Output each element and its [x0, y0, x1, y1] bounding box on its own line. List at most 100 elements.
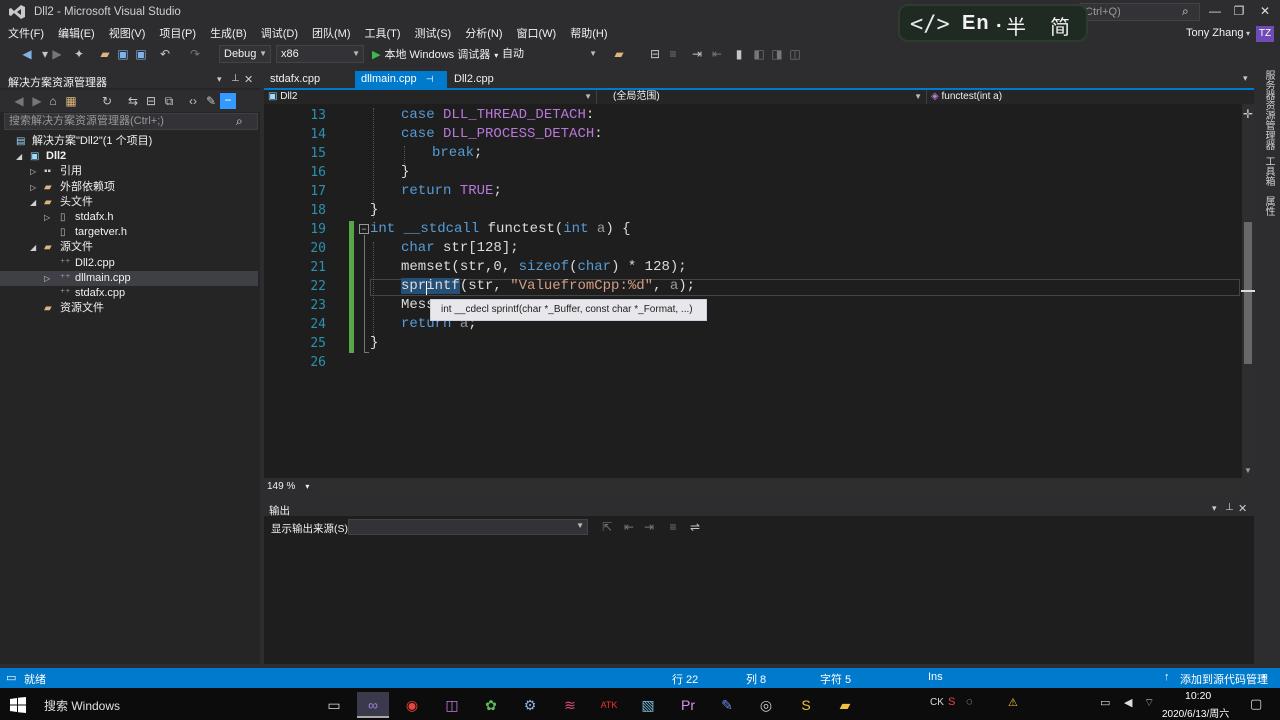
obs-icon[interactable]: ◎: [750, 692, 782, 718]
collapsed-arrow-icon[interactable]: ▷: [44, 271, 50, 286]
windows-start-icon[interactable]: [10, 697, 26, 713]
tree-item-targetver-h[interactable]: ▯ targetver.h: [0, 225, 258, 240]
menu-analyze[interactable]: 分析(N): [458, 24, 509, 44]
premiere-icon[interactable]: Pr: [672, 692, 704, 718]
scope-nav-select[interactable]: (全局范围) ▼: [609, 90, 927, 104]
sublime-icon[interactable]: S: [790, 692, 822, 718]
member-nav-select[interactable]: ◈ functest(int a): [927, 90, 1254, 104]
solution-config-select[interactable]: 自动 ▼: [497, 45, 601, 63]
tree-item-source-files[interactable]: ◢ ▰ 源文件: [0, 240, 258, 255]
start-debugging-button[interactable]: ▶ 本地 Windows 调试器 ▾: [372, 46, 498, 62]
atk-icon[interactable]: ATK: [593, 692, 625, 718]
tree-item-stdafx-cpp[interactable]: ⁺⁺ stdafx.cpp: [0, 286, 258, 301]
tray-app-icon[interactable]: S: [948, 696, 955, 708]
menu-edit[interactable]: 编辑(E): [51, 24, 102, 44]
menu-team[interactable]: 团队(M): [305, 24, 358, 44]
solution-search-input[interactable]: 搜索解决方案资源管理器(Ctrl+;): [4, 113, 258, 130]
pin-icon[interactable]: ⊥: [1225, 502, 1234, 513]
switch-views-icon[interactable]: ▦: [64, 94, 78, 108]
indent-icon[interactable]: ⇥: [690, 47, 704, 61]
visual-studio-taskbar-icon[interactable]: ∞: [357, 692, 389, 718]
properties-icon[interactable]: ✎: [204, 94, 218, 108]
save-all-icon[interactable]: ▣: [134, 47, 148, 61]
collapsed-arrow-icon[interactable]: ▷: [30, 180, 36, 195]
menu-debug[interactable]: 调试(D): [254, 24, 305, 44]
tab-overflow-icon[interactable]: ▾: [1243, 73, 1248, 84]
tab-stdafx-cpp[interactable]: stdafx.cpp: [264, 71, 326, 88]
ime-simplified[interactable]: 简: [1050, 11, 1070, 40]
tree-item-references[interactable]: ▷ ▪▪ 引用: [0, 164, 258, 179]
minimize-button[interactable]: —: [1202, 2, 1228, 20]
save-icon[interactable]: ▣: [116, 47, 130, 61]
add-to-source-control[interactable]: 添加到源代码管理: [1180, 671, 1268, 687]
pending-changes-icon[interactable]: ↻: [100, 94, 114, 108]
menu-view[interactable]: 视图(V): [102, 24, 153, 44]
preview-icon[interactable]: −: [220, 93, 236, 109]
tree-item-resource-files[interactable]: ▰ 资源文件: [0, 301, 258, 316]
menu-project[interactable]: 项目(P): [152, 24, 203, 44]
ime-language[interactable]: En: [962, 12, 990, 35]
upload-icon[interactable]: ↑: [1164, 671, 1170, 683]
new-project-icon[interactable]: ✦: [72, 47, 86, 61]
home-icon[interactable]: ⌂: [46, 94, 60, 108]
tree-item-stdafx-h[interactable]: ▷ ▯ stdafx.h: [0, 210, 258, 225]
tree-item-external-deps[interactable]: ▷ ▰ 外部依赖项: [0, 180, 258, 195]
open-file-icon[interactable]: ▰: [98, 47, 112, 61]
restore-button[interactable]: ❐: [1226, 2, 1252, 20]
expanded-arrow-icon[interactable]: ◢: [30, 240, 36, 255]
show-all-files-icon[interactable]: ⧉: [162, 94, 176, 108]
file-explorer-icon[interactable]: ▰: [829, 692, 861, 718]
project-nav-select[interactable]: ▣ Dll2 ▼: [264, 90, 597, 104]
tab-dll2-cpp[interactable]: Dll2.cpp: [448, 71, 500, 88]
search-icon[interactable]: ⌕: [1182, 4, 1189, 19]
menu-window[interactable]: 窗口(W): [510, 24, 564, 44]
avatar[interactable]: TZ: [1256, 26, 1274, 42]
task-view-icon[interactable]: ▭: [318, 692, 350, 718]
tree-item-solution[interactable]: ▤ 解决方案"Dll2"(1 个项目): [0, 134, 258, 149]
tree-item-header-files[interactable]: ◢ ▰ 头文件: [0, 195, 258, 210]
zoom-select[interactable]: 149 % ▾: [264, 480, 314, 494]
collapse-all-icon[interactable]: ⊟: [144, 94, 158, 108]
undo-icon[interactable]: ↶: [158, 47, 172, 61]
battery-icon[interactable]: ▭: [1100, 696, 1110, 709]
panel-menu-icon[interactable]: ▾: [1212, 503, 1217, 514]
ime-half-width[interactable]: 半: [1006, 11, 1026, 40]
taskbar-search[interactable]: 搜索 Windows: [44, 697, 120, 714]
ime-toolbar[interactable]: </> En . 半 简: [898, 4, 1088, 42]
editor-icon[interactable]: ✎: [711, 692, 743, 718]
pin-icon[interactable]: ⊥: [231, 73, 240, 84]
output-source-select[interactable]: ▼: [348, 519, 588, 535]
view-code-icon[interactable]: ‹›: [186, 94, 200, 108]
sync-icon[interactable]: ⇆: [126, 94, 140, 108]
chevron-up-icon[interactable]: ▴: [1262, 671, 1266, 680]
volume-icon[interactable]: ◀: [1124, 696, 1132, 709]
close-button[interactable]: ✕: [1252, 2, 1278, 20]
collapse-region-icon[interactable]: −: [359, 224, 369, 234]
menu-build[interactable]: 生成(B): [203, 24, 254, 44]
tray-app-icon[interactable]: ◌: [966, 696, 973, 708]
ime-indicator[interactable]: CK: [930, 697, 944, 708]
split-editor-icon[interactable]: ✛: [1243, 107, 1253, 121]
close-icon[interactable]: ✕: [244, 73, 253, 86]
word-wrap-icon[interactable]: ⇌: [688, 520, 702, 534]
wifi-icon[interactable]: ⌔: [1144, 696, 1154, 710]
side-tab-toolbox[interactable]: 工具箱: [1258, 156, 1276, 186]
collapsed-arrow-icon[interactable]: ▷: [44, 210, 50, 225]
horizontal-scrollbar[interactable]: [320, 480, 1242, 494]
notification-icon[interactable]: ▢: [1250, 696, 1262, 712]
chrome-icon[interactable]: ◉: [396, 692, 428, 718]
app-icon[interactable]: ≋: [554, 692, 586, 718]
close-icon[interactable]: ✕: [1238, 502, 1247, 515]
expanded-arrow-icon[interactable]: ◢: [30, 195, 36, 210]
scroll-down-icon[interactable]: ▼: [1244, 466, 1252, 475]
chevron-down-icon[interactable]: ▾: [1246, 29, 1250, 38]
network-tool-icon[interactable]: ⚙: [514, 692, 546, 718]
expanded-arrow-icon[interactable]: ◢: [16, 149, 22, 164]
clock-date[interactable]: 2020/6/13/周六: [1162, 705, 1229, 720]
ime-code-icon[interactable]: </>: [910, 12, 950, 37]
side-tab-properties[interactable]: 属性: [1258, 196, 1276, 216]
platform-select[interactable]: x86 ▼: [276, 45, 364, 63]
panel-menu-icon[interactable]: ▾: [217, 74, 222, 85]
pin-icon[interactable]: ⊣: [426, 74, 434, 84]
app-icon[interactable]: ✿: [475, 692, 507, 718]
